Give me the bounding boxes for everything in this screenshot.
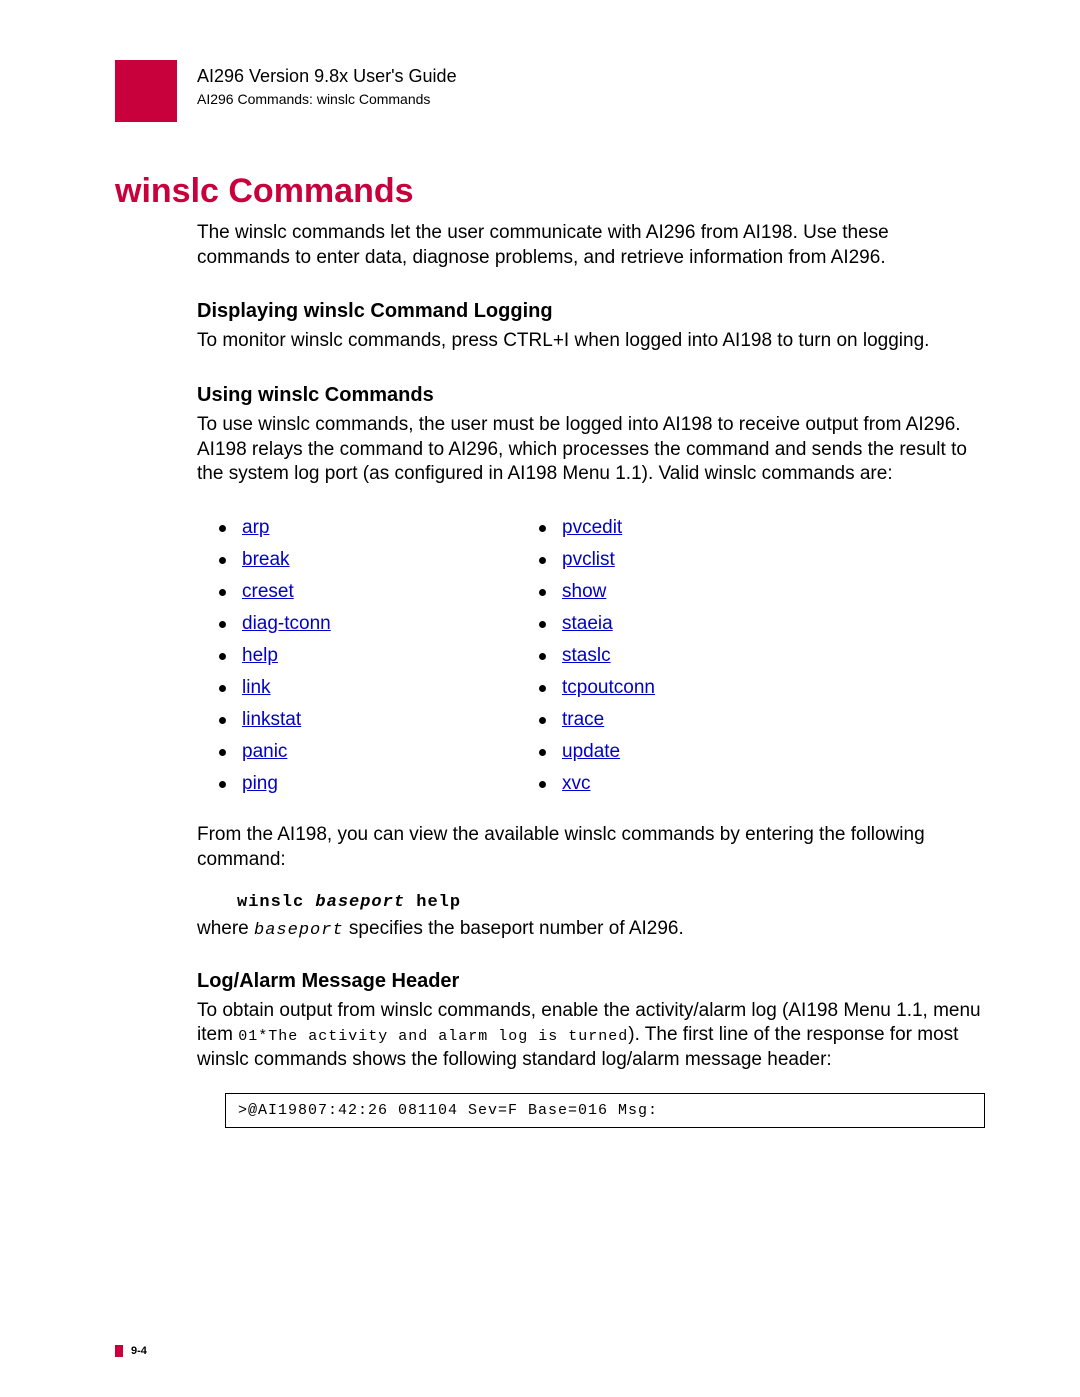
- page: AI296 Version 9.8x User's Guide AI296 Co…: [0, 0, 1080, 1397]
- list-item: pvcedit: [517, 517, 837, 539]
- page-title: winslc Commands: [115, 172, 985, 211]
- bullet-icon: [219, 781, 226, 788]
- command-link-diag-tconn[interactable]: diag-tconn: [242, 613, 331, 635]
- bullet-icon: [539, 557, 546, 564]
- command-link-update[interactable]: update: [562, 741, 620, 763]
- command-link-staslc[interactable]: staslc: [562, 645, 611, 667]
- command-link-ping[interactable]: ping: [242, 773, 278, 795]
- bullet-icon: [219, 717, 226, 724]
- command-link-arp[interactable]: arp: [242, 517, 269, 539]
- list-item: break: [197, 549, 517, 571]
- list-item: update: [517, 741, 837, 763]
- command-list: arp break creset diag-tconn help link linkstat…: [197, 507, 985, 805]
- list-item: staeia: [517, 613, 837, 635]
- code-prefix: winslc: [237, 893, 315, 912]
- code-param: baseport: [315, 893, 405, 912]
- command-link-pvcedit[interactable]: pvcedit: [562, 517, 622, 539]
- section3-heading: Log/Alarm Message Header: [197, 970, 985, 993]
- page-footer: 9-4: [115, 1345, 147, 1357]
- command-col-right: pvcedit pvclist show staeia staslc tcpoutconn…: [517, 507, 837, 805]
- s3-body-code: 01*The activity and alarm log is turned: [238, 1028, 628, 1045]
- command-link-tcpoutconn[interactable]: tcpoutconn: [562, 677, 655, 699]
- header-text: AI296 Version 9.8x User's Guide AI296 Co…: [197, 60, 457, 107]
- list-item: arp: [197, 517, 517, 539]
- bullet-icon: [219, 589, 226, 596]
- where-prefix: where: [197, 918, 254, 939]
- list-item: linkstat: [197, 709, 517, 731]
- list-item: tcpoutconn: [517, 677, 837, 699]
- bullet-icon: [539, 749, 546, 756]
- section3-body: To obtain output from winslc commands, e…: [197, 999, 985, 1073]
- bullet-icon: [539, 781, 546, 788]
- command-link-trace[interactable]: trace: [562, 709, 604, 731]
- command-link-staeia[interactable]: staeia: [562, 613, 613, 635]
- bullet-icon: [219, 685, 226, 692]
- command-link-panic[interactable]: panic: [242, 741, 287, 763]
- intro-text: The winslc commands let the user communi…: [197, 221, 985, 270]
- log-header-box: >@AI19807:42:26 081104 Sev=F Base=016 Ms…: [225, 1093, 985, 1128]
- help-command: winslc baseport help: [237, 893, 985, 912]
- bullet-icon: [539, 525, 546, 532]
- list-item: panic: [197, 741, 517, 763]
- command-link-show[interactable]: show: [562, 581, 606, 603]
- bullet-icon: [219, 653, 226, 660]
- bullet-icon: [539, 621, 546, 628]
- command-link-xvc[interactable]: xvc: [562, 773, 591, 795]
- brand-box: [115, 60, 177, 122]
- section1-body: To monitor winslc commands, press CTRL+I…: [197, 329, 985, 354]
- command-col-left: arp break creset diag-tconn help link linkstat…: [197, 507, 517, 805]
- section2-body: To use winslc commands, the user must be…: [197, 413, 985, 487]
- content: The winslc commands let the user communi…: [197, 221, 985, 1128]
- command-link-creset[interactable]: creset: [242, 581, 294, 603]
- command-link-break[interactable]: break: [242, 549, 290, 571]
- list-item: trace: [517, 709, 837, 731]
- list-item: pvclist: [517, 549, 837, 571]
- list-item: xvc: [517, 773, 837, 795]
- bullet-icon: [539, 717, 546, 724]
- section1-heading: Displaying winslc Command Logging: [197, 300, 985, 323]
- bullet-icon: [539, 685, 546, 692]
- bullet-icon: [219, 557, 226, 564]
- command-link-help[interactable]: help: [242, 645, 278, 667]
- list-item: staslc: [517, 645, 837, 667]
- page-header: AI296 Version 9.8x User's Guide AI296 Co…: [115, 60, 985, 122]
- guide-title: AI296 Version 9.8x User's Guide: [197, 66, 457, 87]
- list-item: link: [197, 677, 517, 699]
- list-item: diag-tconn: [197, 613, 517, 635]
- list-item: help: [197, 645, 517, 667]
- footer-accent-icon: [115, 1345, 123, 1357]
- list-item: show: [517, 581, 837, 603]
- code-suffix: help: [405, 893, 461, 912]
- where-suffix: specifies the baseport number of AI296.: [344, 918, 684, 939]
- bullet-icon: [539, 589, 546, 596]
- list-item: ping: [197, 773, 517, 795]
- after-list-text: From the AI198, you can view the availab…: [197, 823, 985, 872]
- page-number: 9-4: [131, 1345, 147, 1357]
- command-link-linkstat[interactable]: linkstat: [242, 709, 301, 731]
- where-line: where baseport specifies the baseport nu…: [197, 918, 985, 940]
- command-link-link[interactable]: link: [242, 677, 271, 699]
- breadcrumb: AI296 Commands: winslc Commands: [197, 91, 457, 107]
- bullet-icon: [539, 653, 546, 660]
- bullet-icon: [219, 621, 226, 628]
- bullet-icon: [219, 525, 226, 532]
- section2-heading: Using winslc Commands: [197, 384, 985, 407]
- bullet-icon: [219, 749, 226, 756]
- list-item: creset: [197, 581, 517, 603]
- where-param: baseport: [254, 921, 344, 940]
- command-link-pvclist[interactable]: pvclist: [562, 549, 615, 571]
